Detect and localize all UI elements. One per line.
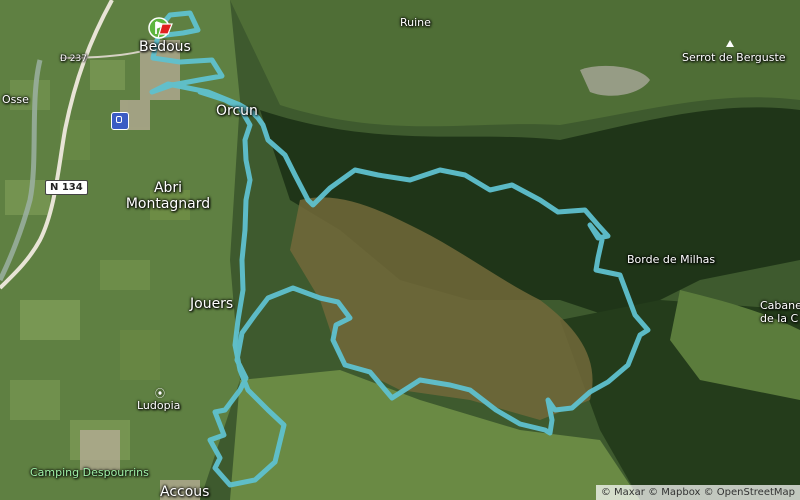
- label-ludopia: Ludopia: [137, 399, 181, 412]
- finish-flag-icon[interactable]: [156, 20, 174, 40]
- label-cabane-line2: de la C: [760, 311, 799, 325]
- label-borde-de-milhas: Borde de Milhas: [627, 253, 716, 266]
- road-shield-n134: N 134: [45, 180, 88, 195]
- label-osse: Osse: [2, 93, 29, 106]
- label-ruine: Ruine: [400, 16, 431, 29]
- label-abri-line2: Montagnard: [125, 196, 211, 213]
- label-accous: Accous: [160, 484, 210, 500]
- train-station-icon[interactable]: [111, 112, 129, 130]
- label-jouers: Jouers: [190, 296, 234, 312]
- label-cabane-line1: Cabane: [760, 299, 800, 312]
- label-abri-montagnard: Abri Montagnard: [126, 180, 210, 212]
- label-bedous: Bedous: [139, 39, 191, 55]
- label-orcun: Orcun: [216, 103, 258, 119]
- label-d237: D 237: [60, 54, 87, 64]
- label-abri-line1: Abri: [153, 180, 183, 196]
- satellite-map[interactable]: [0, 0, 800, 500]
- label-cabane: Cabane de la C: [760, 299, 800, 325]
- label-camping: Camping Despourrins: [30, 466, 149, 479]
- label-serrot: Serrot de Berguste: [682, 51, 786, 64]
- place-pin-icon: ⦿: [155, 389, 165, 400]
- map-attribution[interactable]: © Maxar © Mapbox © OpenStreetMap: [595, 485, 800, 500]
